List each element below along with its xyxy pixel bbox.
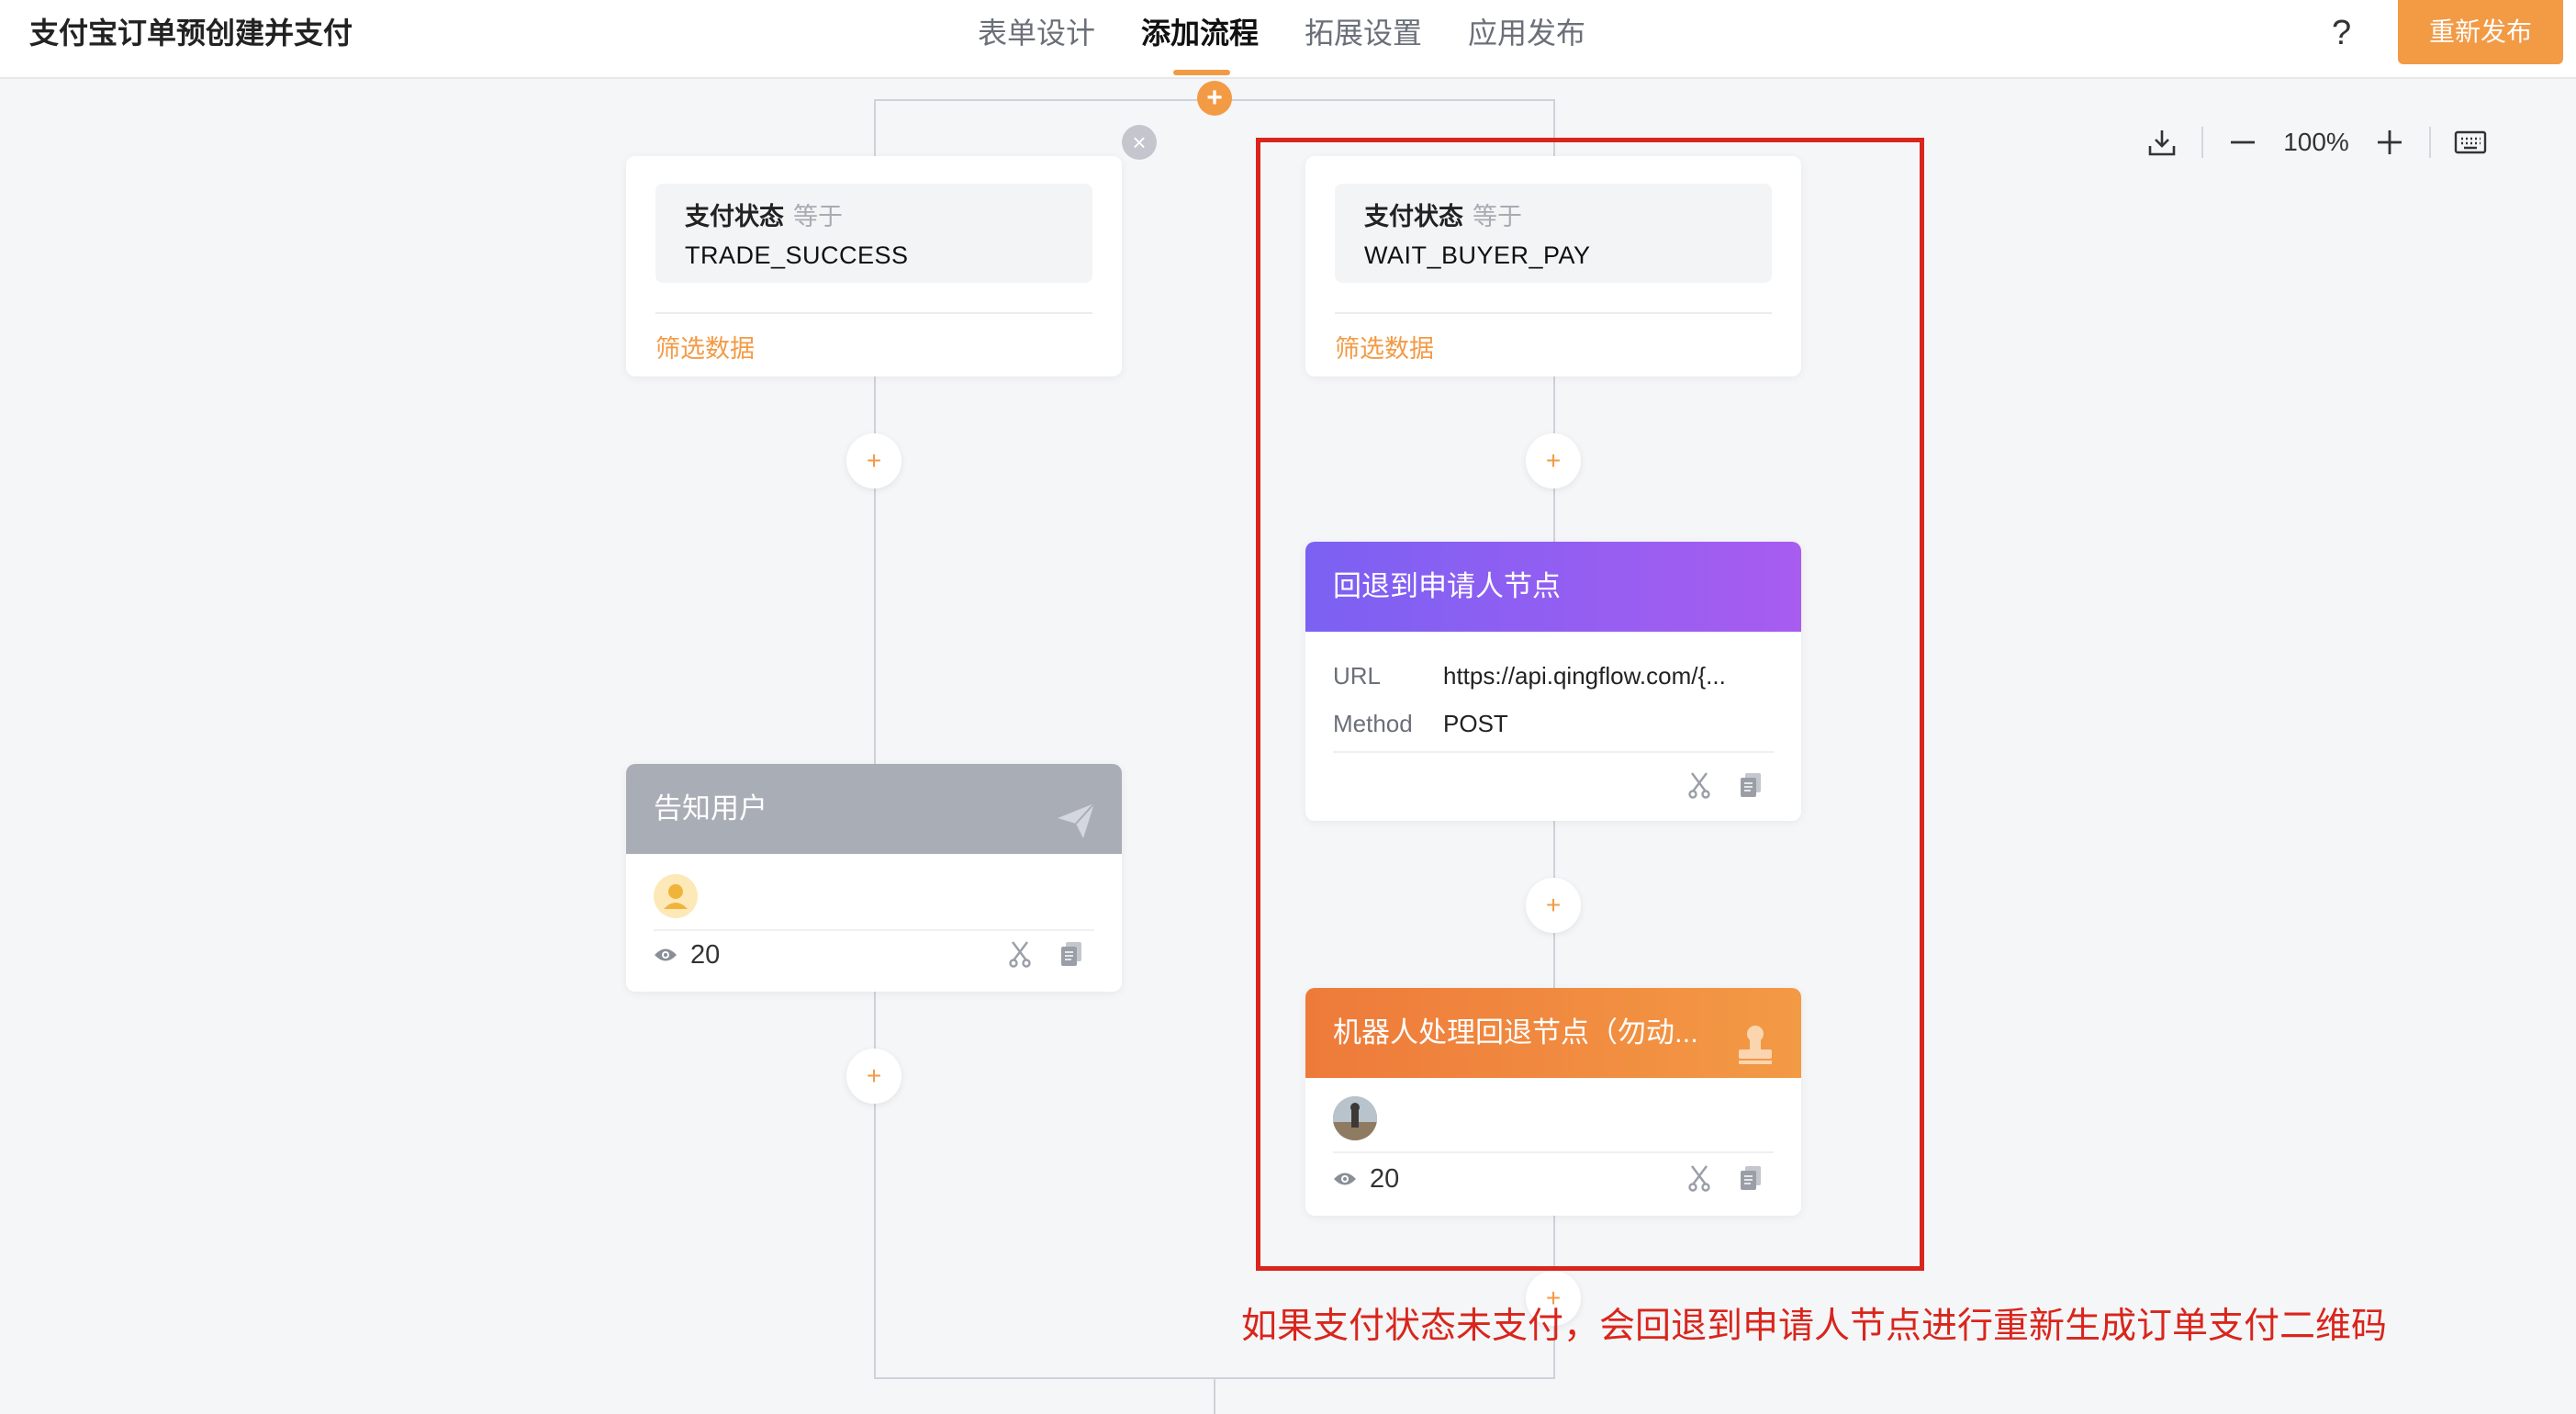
highlight-box <box>1256 138 1924 1271</box>
zoom-out-icon[interactable] <box>2220 119 2266 165</box>
toolbar-divider <box>2429 127 2431 158</box>
condition-card-trade-success[interactable]: 支付状态 等于 TRADE_SUCCESS 筛选数据 <box>626 156 1122 376</box>
canvas-toolbar: 100% <box>2139 119 2493 165</box>
close-branch-icon[interactable]: × <box>1122 125 1157 160</box>
main-tabs: 表单设计 添加流程 拓展设置 应用发布 <box>955 13 1608 75</box>
filter-data-link[interactable]: 筛选数据 <box>655 332 755 365</box>
download-icon[interactable] <box>2139 119 2185 165</box>
zoom-level: 100% <box>2283 128 2349 156</box>
tab-app-publish[interactable]: 应用发布 <box>1445 13 1608 53</box>
tab-form-design[interactable]: 表单设计 <box>955 13 1118 53</box>
add-branch-button[interactable]: + <box>1197 81 1232 116</box>
node-header: 告知用户 <box>626 764 1122 854</box>
add-node-button[interactable]: + <box>846 1049 902 1104</box>
zoom-in-icon[interactable] <box>2367 119 2413 165</box>
avatar <box>654 874 698 918</box>
annotation-text: 如果支付状态未支付，会回退到申请人节点进行重新生成订单支付二维码 <box>1241 1307 2388 1346</box>
tab-add-process[interactable]: 添加流程 <box>1118 13 1282 75</box>
node-divider <box>654 929 1094 931</box>
copy-icon[interactable] <box>1058 940 1085 968</box>
send-icon <box>1054 788 1098 838</box>
view-count-value: 20 <box>690 940 721 970</box>
condition-box: 支付状态 等于 TRADE_SUCCESS <box>655 184 1092 283</box>
add-node-button[interactable]: + <box>846 433 902 488</box>
toolbar-divider <box>2201 127 2203 158</box>
condition-value: TRADE_SUCCESS <box>685 241 909 269</box>
app-title: 支付宝订单预创建并支付 <box>29 17 353 50</box>
cut-icon[interactable] <box>1006 940 1034 968</box>
republish-button[interactable]: 重新发布 <box>2398 0 2563 64</box>
node-title: 告知用户 <box>654 792 767 825</box>
top-header: 支付宝订单预创建并支付 表单设计 添加流程 拓展设置 应用发布 ? 重新发布 <box>0 0 2576 79</box>
eye-icon <box>655 948 677 961</box>
help-icon[interactable]: ? <box>2332 13 2351 53</box>
view-count: 20 <box>654 938 720 971</box>
condition-field: 支付状态 <box>685 203 784 230</box>
main-flow-out <box>1214 1377 1215 1414</box>
card-divider <box>655 312 1092 314</box>
condition-operator: 等于 <box>793 203 843 230</box>
keyboard-icon[interactable] <box>2447 119 2493 165</box>
tab-extension-settings[interactable]: 拓展设置 <box>1282 13 1445 53</box>
notify-user-node[interactable]: 告知用户 20 <box>626 764 1122 992</box>
